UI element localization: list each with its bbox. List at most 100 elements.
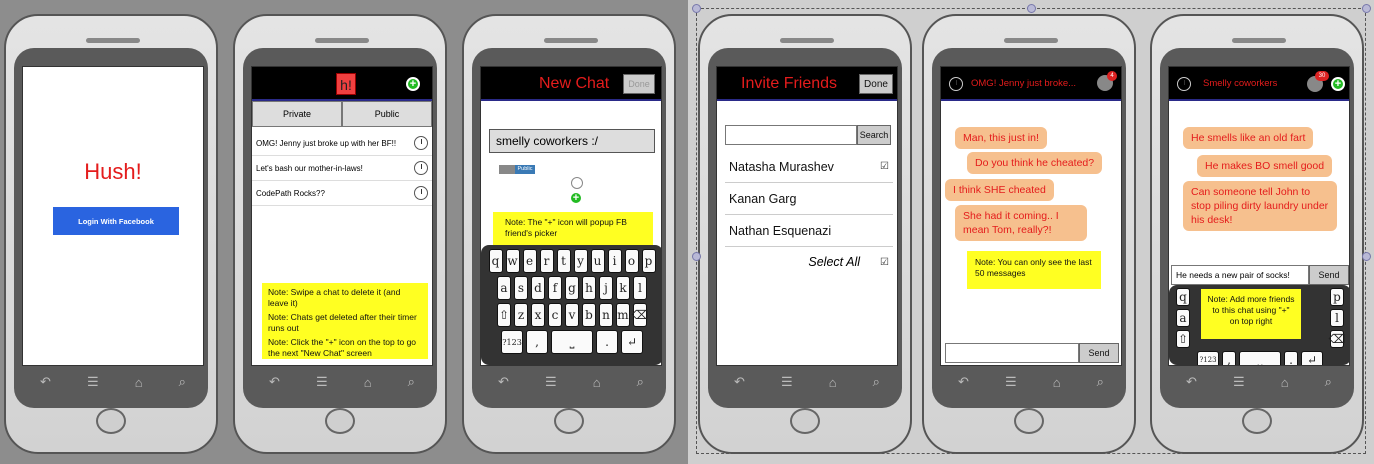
add-friend-plus-icon[interactable]: + (569, 191, 583, 205)
friend-row[interactable]: Kanan Garg (725, 183, 893, 215)
shift-key[interactable]: ⇧ (1176, 330, 1190, 348)
friend-row[interactable]: Natasha Murashev ☑ (725, 151, 893, 183)
send-button[interactable]: Send (1309, 265, 1349, 285)
friend-row[interactable]: Nathan Esquenazi (725, 215, 893, 247)
search-input[interactable] (725, 125, 857, 145)
menu-icon[interactable]: ☰ (87, 374, 99, 390)
key[interactable]: z (514, 303, 528, 327)
home-button[interactable] (325, 408, 355, 434)
selection-handle[interactable] (1362, 4, 1371, 13)
friend-picker-icon[interactable]: + (569, 177, 585, 205)
selection-handle[interactable] (692, 4, 701, 13)
select-all-row[interactable]: Select All ☑ (725, 247, 893, 277)
key-space[interactable]: ⎵ (551, 330, 593, 354)
key-123[interactable]: ?123 (1197, 351, 1219, 365)
search-icon[interactable]: ⌕ (179, 374, 186, 390)
checkbox-icon[interactable]: ☑ (880, 257, 889, 268)
done-button[interactable]: Done (859, 74, 893, 94)
key[interactable]: v (565, 303, 579, 327)
key[interactable]: a (1176, 309, 1190, 327)
home-icon[interactable]: ⌂ (364, 375, 372, 390)
tab-public[interactable]: Public (342, 101, 432, 127)
key[interactable]: b (582, 303, 596, 327)
menu-icon[interactable]: ☰ (1005, 374, 1017, 390)
add-chat-plus-icon[interactable]: + (406, 77, 420, 91)
chat-name-input[interactable]: smelly coworkers :/ (489, 129, 655, 153)
key[interactable]: c (548, 303, 562, 327)
key-enter[interactable]: ↵ (621, 330, 643, 354)
menu-icon[interactable]: ☰ (781, 374, 793, 390)
chat-row[interactable]: CodePath Rocks?? (252, 181, 432, 206)
home-icon[interactable]: ⌂ (135, 375, 143, 390)
shift-key[interactable]: ⇧ (497, 303, 511, 327)
add-friends-plus-icon[interactable]: + (1331, 77, 1345, 91)
login-facebook-button[interactable]: Login With Facebook (53, 207, 179, 235)
backspace-key[interactable]: ⌫ (632, 303, 648, 327)
key[interactable]: y (573, 249, 588, 273)
done-button[interactable]: Done (623, 74, 655, 94)
menu-icon[interactable]: ☰ (316, 374, 328, 390)
key[interactable]: q (488, 249, 503, 273)
send-button[interactable]: Send (1079, 343, 1119, 363)
key[interactable]: d (531, 276, 545, 300)
back-icon[interactable]: ↶ (498, 374, 509, 390)
key-comma[interactable]: , (526, 330, 548, 354)
key[interactable]: h (582, 276, 596, 300)
search-icon[interactable]: ⌕ (408, 374, 415, 390)
key[interactable]: x (531, 303, 545, 327)
back-icon[interactable]: ↶ (958, 374, 969, 390)
home-icon[interactable]: ⌂ (1281, 375, 1289, 390)
key[interactable]: o (624, 249, 639, 273)
search-icon[interactable]: ⌕ (637, 374, 644, 390)
key[interactable]: t (556, 249, 571, 273)
back-icon[interactable]: ↶ (734, 374, 745, 390)
key-enter[interactable]: ↵ (1301, 351, 1323, 365)
key[interactable]: u (590, 249, 605, 273)
home-icon[interactable]: ⌂ (593, 375, 601, 390)
back-icon[interactable]: ↶ (1186, 374, 1197, 390)
checkbox-icon[interactable]: ☑ (880, 161, 889, 172)
menu-icon[interactable]: ☰ (1233, 374, 1245, 390)
key[interactable]: q (1176, 288, 1190, 306)
search-icon[interactable]: ⌕ (1325, 374, 1332, 390)
key[interactable]: m (616, 303, 630, 327)
key[interactable]: j (599, 276, 613, 300)
search-button[interactable]: Search (857, 125, 891, 145)
chat-row[interactable]: Let's bash our mother-in-laws! (252, 156, 432, 181)
key[interactable]: p (641, 249, 656, 273)
home-button[interactable] (1014, 408, 1044, 434)
home-button[interactable] (1242, 408, 1272, 434)
tab-private[interactable]: Private (252, 101, 342, 127)
key[interactable]: w (505, 249, 520, 273)
key-period[interactable]: . (596, 330, 618, 354)
key[interactable]: p (1330, 288, 1344, 306)
selection-handle[interactable] (1362, 252, 1371, 261)
key[interactable]: l (1330, 309, 1344, 327)
key[interactable]: e (522, 249, 537, 273)
back-icon[interactable]: ↶ (269, 374, 280, 390)
home-button[interactable] (96, 408, 126, 434)
home-icon[interactable]: ⌂ (1053, 375, 1061, 390)
key[interactable]: s (514, 276, 528, 300)
key-123[interactable]: ?123 (501, 330, 523, 354)
selection-handle[interactable] (692, 252, 701, 261)
key[interactable]: r (539, 249, 554, 273)
key[interactable]: f (548, 276, 562, 300)
selection-handle[interactable] (1027, 4, 1036, 13)
key-comma[interactable]: , (1222, 351, 1236, 365)
key[interactable]: n (599, 303, 613, 327)
key[interactable]: k (616, 276, 630, 300)
chat-row[interactable]: OMG! Jenny just broke up with her BF!! (252, 131, 432, 156)
back-icon[interactable]: ↶ (40, 374, 51, 390)
message-input[interactable]: He needs a new pair of socks! (1171, 265, 1309, 285)
search-icon[interactable]: ⌕ (1097, 374, 1104, 390)
public-toggle[interactable]: Public (499, 165, 535, 174)
menu-icon[interactable]: ☰ (545, 374, 557, 390)
key-space[interactable]: ⎵ (1239, 351, 1281, 365)
home-icon[interactable]: ⌂ (829, 375, 837, 390)
home-button[interactable] (790, 408, 820, 434)
key[interactable]: a (497, 276, 511, 300)
backspace-key[interactable]: ⌫ (1329, 330, 1345, 348)
search-icon[interactable]: ⌕ (873, 374, 880, 390)
key-period[interactable]: . (1284, 351, 1298, 365)
